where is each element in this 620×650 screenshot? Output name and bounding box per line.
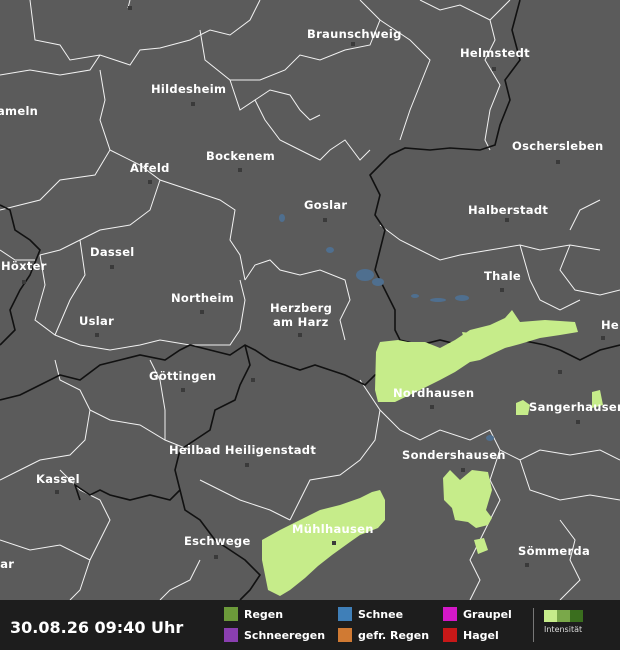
city-dot-sondershausen xyxy=(461,468,465,472)
city-label-herzberg: Herzberg xyxy=(270,301,332,315)
city-dot-herzberg xyxy=(298,333,302,337)
city-label-uslar: Uslar xyxy=(79,314,114,328)
legend-item-freezing-rain: gefr. Regen xyxy=(338,628,429,642)
radar-timestamp: 30.08.26 09:40 Uhr xyxy=(10,618,184,637)
city-label-lar: lar xyxy=(0,557,14,571)
freezing-rain-swatch xyxy=(338,628,352,642)
snow-swatch xyxy=(338,607,352,621)
radar-legend-bar: 30.08.26 09:40 Uhr Regen Schneeregen Sch… xyxy=(0,600,620,650)
rain-swatch xyxy=(224,607,238,621)
city-dot-goslar xyxy=(323,218,327,222)
intensity-scale: Intensität xyxy=(544,610,583,634)
city-label-heiligenstadt: Heilbad Heiligenstadt xyxy=(169,443,316,457)
legend-label-freezing-rain: gefr. Regen xyxy=(358,628,430,642)
city-dot-halberstadt xyxy=(505,218,509,222)
legend-label-hail: Hagel xyxy=(463,628,499,642)
city-label-northeim: Northeim xyxy=(171,291,234,305)
intensity-bar-high xyxy=(570,610,583,622)
city-dot-nordhausen xyxy=(430,405,434,409)
city-dot-thale xyxy=(500,288,504,292)
city-label-soemmerda: Sömmerda xyxy=(518,544,590,558)
city-dot-northeim xyxy=(200,310,204,314)
city-label-halberstadt: Halberstadt xyxy=(468,203,548,217)
intensity-label: Intensität xyxy=(544,625,583,634)
city-label-eschwege: Eschwege xyxy=(184,534,251,548)
legend-label-sleet: Schneeregen xyxy=(244,628,326,642)
city-dot-oschersleben xyxy=(556,160,560,164)
city-dot-heiligenstadt xyxy=(245,463,249,467)
city-label-hoexter: Höxter xyxy=(1,259,47,273)
city-dot-small-a xyxy=(251,378,255,382)
city-label-goslar: Goslar xyxy=(304,198,347,212)
city-dot-bockenem xyxy=(238,168,242,172)
city-label-alfeld: Alfeld xyxy=(130,161,170,175)
graupel-swatch xyxy=(443,607,457,621)
city-dot-eschwege xyxy=(214,555,218,559)
city-dot-alfeld xyxy=(148,180,152,184)
city-dot-helmstedt xyxy=(492,67,496,71)
legend-divider xyxy=(533,608,534,642)
city-dot-top xyxy=(128,6,132,10)
weather-radar-map[interactable]: Braunschweig Helmstedt Hildesheim ameln … xyxy=(0,0,620,650)
hail-swatch xyxy=(443,628,457,642)
city-dot-uslar xyxy=(95,333,99,337)
city-label-sangerhausen: Sangerhausen xyxy=(529,400,620,414)
city-dot-dassel xyxy=(110,265,114,269)
legend-label-rain: Regen xyxy=(244,607,284,621)
legend-item-rain: Regen xyxy=(224,607,283,621)
city-label-goettingen: Göttingen xyxy=(149,369,216,383)
city-label-hameln: ameln xyxy=(0,104,38,118)
legend-label-snow: Schnee xyxy=(358,607,404,621)
sleet-swatch xyxy=(224,628,238,642)
city-label-nordhausen: Nordhausen xyxy=(393,386,474,400)
intensity-bar-low xyxy=(544,610,557,622)
city-dot-hildesheim xyxy=(191,102,195,106)
intensity-bar-mid xyxy=(557,610,570,622)
city-label-hildesheim: Hildesheim xyxy=(151,82,226,96)
city-label-dassel: Dassel xyxy=(90,245,135,259)
city-dot-braunschweig xyxy=(351,42,355,46)
legend-label-graupel: Graupel xyxy=(463,607,512,621)
legend-item-snow: Schnee xyxy=(338,607,403,621)
city-dot-muehlhausen xyxy=(332,541,336,545)
legend-item-graupel: Graupel xyxy=(443,607,512,621)
city-dot-goettingen xyxy=(181,388,185,392)
city-label-muehlhausen: Mühlhausen xyxy=(292,522,374,536)
city-dot-kassel xyxy=(55,490,59,494)
intensity-bars xyxy=(544,610,583,622)
city-dot-he xyxy=(601,336,605,340)
city-label-am-harz: am Harz xyxy=(273,315,329,329)
city-dot-hoexter xyxy=(22,280,26,284)
city-label-he: He xyxy=(601,318,619,332)
city-dot-small-b xyxy=(558,370,562,374)
legend-item-hail: Hagel xyxy=(443,628,499,642)
city-label-sondershausen: Sondershausen xyxy=(402,448,506,462)
legend-item-sleet: Schneeregen xyxy=(224,628,325,642)
city-label-braunschweig: Braunschweig xyxy=(307,27,402,41)
city-label-thale: Thale xyxy=(484,269,521,283)
city-label-kassel: Kassel xyxy=(36,472,80,486)
city-label-helmstedt: Helmstedt xyxy=(460,46,530,60)
city-label-oschersleben: Oschersleben xyxy=(512,139,604,153)
city-label-bockenem: Bockenem xyxy=(206,149,275,163)
city-dot-soemmerda xyxy=(525,563,529,567)
city-dot-sangerhausen xyxy=(576,420,580,424)
